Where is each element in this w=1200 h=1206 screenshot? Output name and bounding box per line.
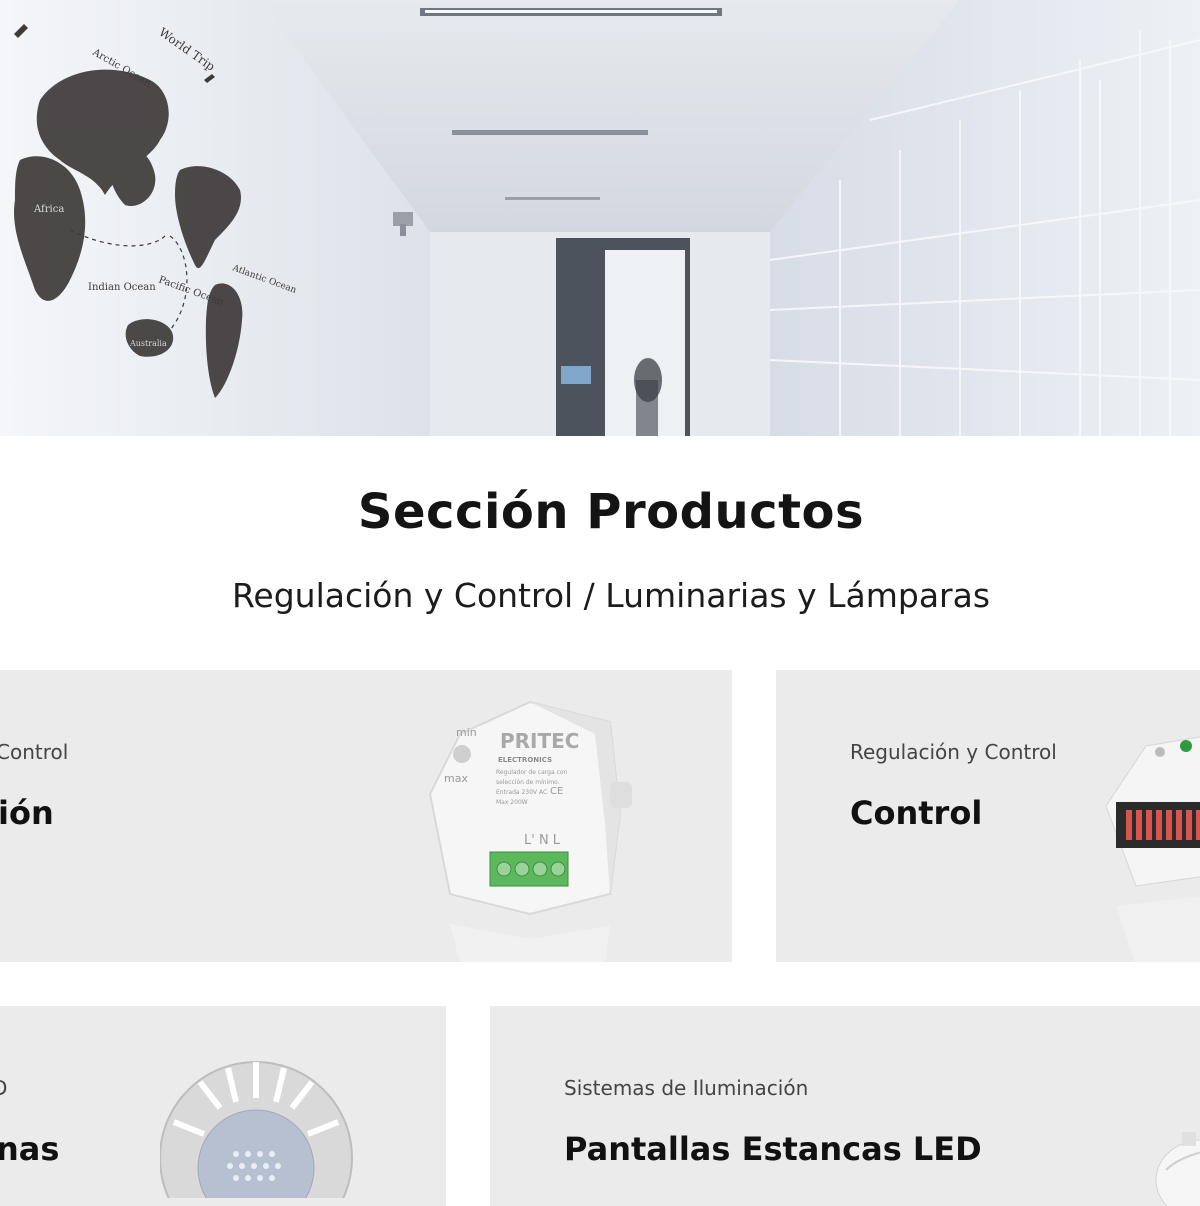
hero-banner: World Trip Arctic Ocean Africa Indian Oc… — [0, 0, 1200, 436]
card-title[interactable]: Control — [850, 794, 982, 832]
section-title: Sección Productos — [357, 484, 865, 540]
card-title[interactable]: nas — [0, 1130, 59, 1168]
card-title[interactable]: Pantallas Estancas LED — [564, 1130, 982, 1168]
ufo-highbay-lamp-image — [160, 1061, 353, 1198]
svg-text:CE: CE — [550, 786, 563, 797]
card-title[interactable]: ión — [0, 794, 54, 832]
svg-text:selección de mínimo.: selección de mínimo. — [496, 779, 560, 786]
section-subtitle: Regulación y Control / Luminarias y Lámp… — [231, 576, 991, 615]
card-category: D — [0, 1076, 7, 1100]
hero-office-corridor-image: World Trip Arctic Ocean Africa Indian Oc… — [0, 0, 1200, 436]
svg-text:Max 200W: Max 200W — [496, 799, 528, 806]
map-label-africa: Africa — [33, 204, 64, 215]
card-category: Sistemas de Iluminación — [564, 1076, 809, 1100]
brand-sub-label: ELECTRONICS — [498, 756, 552, 764]
terminal-labels: L' N L — [524, 833, 561, 848]
map-label-indian: Indian Ocean — [88, 282, 156, 293]
card-category: Control — [0, 740, 69, 764]
dimmer-module-image: min max PRITEC ELECTRONICS Regulador de … — [428, 700, 632, 962]
product-card-luminarias[interactable]: D nas — [0, 1006, 446, 1206]
waterproof-led-fixture-image — [1155, 1132, 1200, 1206]
product-card-control[interactable]: Regulación y Control Control — [776, 670, 1200, 962]
map-label-australia: Australia — [129, 339, 167, 348]
sensor-controller-image — [1106, 736, 1200, 962]
svg-text:Entrada 230V AC: Entrada 230V AC — [496, 789, 547, 796]
svg-text:Regulador de carga con: Regulador de carga con — [496, 769, 568, 776]
product-card-pantallas-estancas[interactable]: Sistemas de Iluminación Pantallas Estanc… — [490, 1006, 1200, 1206]
max-label: max — [444, 772, 468, 785]
brand-label: PRITEC — [500, 729, 579, 753]
product-card-regulacion[interactable]: Control ión min max PRITEC ELECTRONICS R… — [0, 670, 732, 962]
card-category: Regulación y Control — [850, 740, 1057, 764]
min-label: min — [456, 726, 477, 739]
